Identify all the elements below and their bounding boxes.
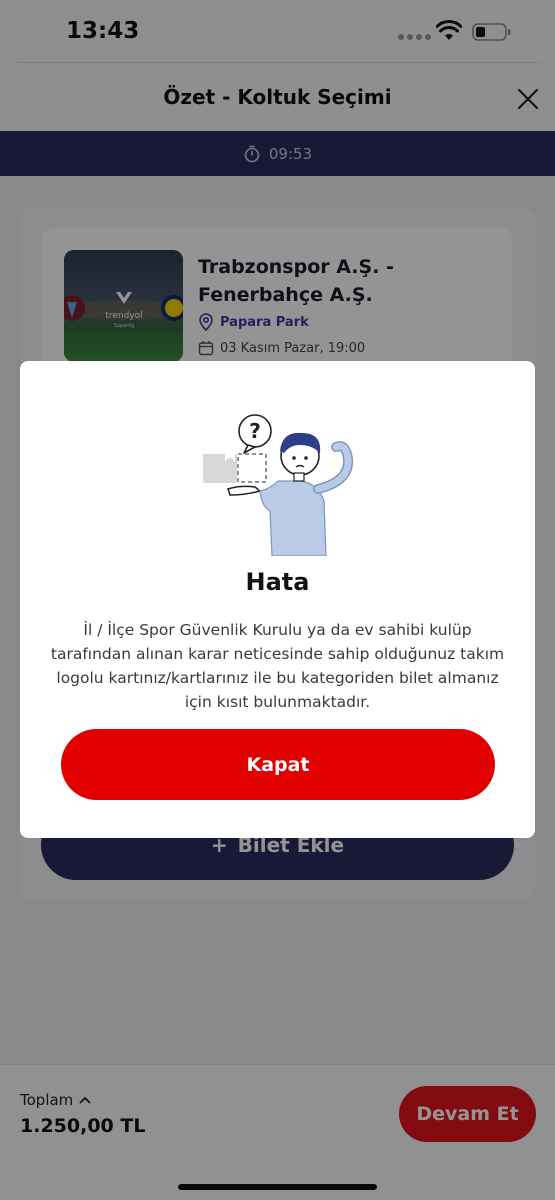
question-mark-glyph: ? xyxy=(249,419,261,443)
modal-message: İl / İlçe Spor Güvenlik Kurulu ya da ev … xyxy=(50,621,505,711)
error-modal: ? Hata İl / İlçe Spor Güvenlik Kurulu ya… xyxy=(20,361,535,838)
modal-title: Hata xyxy=(245,568,310,596)
confused-person-illustration: ? xyxy=(203,414,354,556)
close-modal-button[interactable]: Kapat xyxy=(61,729,495,800)
